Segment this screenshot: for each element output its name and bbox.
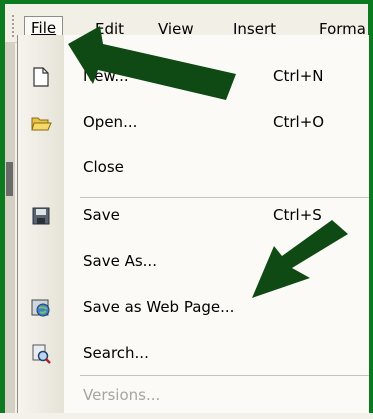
arrow-to-file-icon [68,26,236,100]
pointer-arrows-overlay [68,26,348,298]
arrow-to-web-page-icon [252,220,348,298]
